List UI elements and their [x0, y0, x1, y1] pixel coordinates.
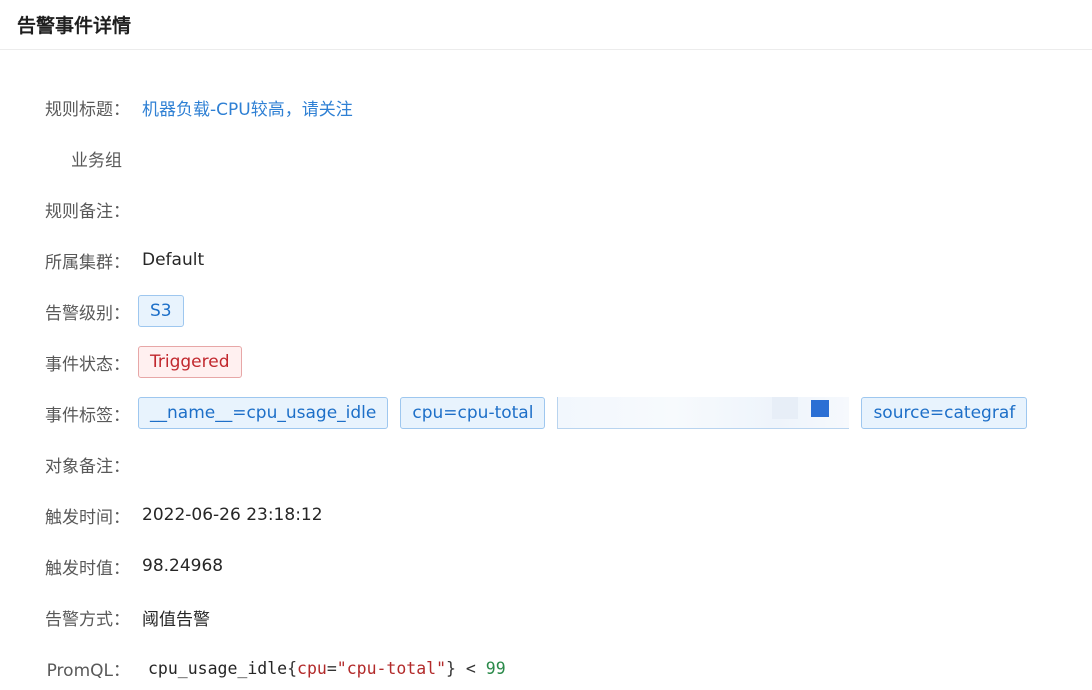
row-trigger-value: 触发时值： 98.24968: [0, 551, 1092, 581]
promql-label: PromQL：: [46, 660, 130, 681]
row-business-group: 业务组: [0, 143, 1092, 173]
trigger-time-value: 2022-06-26 23:18:12: [142, 505, 323, 525]
cluster-label: 所属集群：: [45, 252, 130, 273]
trigger-value-label: 触发时值：: [45, 558, 130, 579]
rule-title-link[interactable]: 机器负载-CPU较高，请关注: [142, 95, 353, 120]
row-status: 事件状态： Triggered: [0, 346, 1092, 378]
row-rule-note: 规则备注：: [0, 194, 1092, 224]
page-title: 告警事件详情: [17, 15, 132, 37]
page-header: 告警事件详情: [0, 0, 1092, 50]
promql-operator: <: [455, 658, 486, 678]
alert-method-label: 告警方式：: [45, 609, 130, 630]
rule-title-label: 规则标题：: [45, 99, 130, 120]
rule-note-label: 规则备注：: [45, 201, 130, 222]
promql-label-key: cpu: [297, 658, 327, 678]
promql-threshold: 99: [485, 658, 506, 678]
tags-label: 事件标签：: [45, 405, 130, 426]
alert-method-value: 阈值告警: [142, 609, 210, 630]
event-tag[interactable]: source=categraf: [861, 397, 1028, 429]
severity-tag: S3: [138, 295, 184, 327]
redaction-blur: [772, 397, 799, 419]
row-rule-title: 规则标题： 机器负载-CPU较高，请关注: [0, 92, 1092, 122]
row-alert-method: 告警方式： 阈值告警: [0, 602, 1092, 632]
severity-label: 告警级别：: [45, 303, 130, 324]
trigger-time-label: 触发时间：: [45, 507, 130, 528]
status-tag: Triggered: [138, 346, 242, 378]
event-tag[interactable]: __name__=cpu_usage_idle: [138, 397, 389, 429]
promql-label-value: "cpu-total": [336, 658, 447, 678]
business-group-label: 业务组: [71, 150, 122, 171]
status-label: 事件状态：: [45, 354, 130, 375]
redaction-mark: [811, 400, 830, 417]
promql-open-brace: {: [287, 658, 298, 678]
promql-metric: cpu_usage_idle: [148, 658, 288, 678]
trigger-value-value: 98.24968: [142, 556, 224, 576]
promql-close-brace: }: [446, 658, 456, 678]
redacted-tag: [557, 397, 850, 429]
row-severity: 告警级别： S3: [0, 295, 1092, 327]
row-trigger-time: 触发时间： 2022-06-26 23:18:12: [0, 500, 1092, 530]
row-promql: PromQL： cpu_usage_idle{cpu="cpu-total"} …: [0, 653, 1092, 683]
event-tags: __name__=cpu_usage_idle cpu=cpu-total so…: [138, 397, 1028, 429]
promql-equals: =: [326, 658, 337, 678]
row-target-note: 对象备注：: [0, 449, 1092, 479]
promql-expression: cpu_usage_idle{cpu="cpu-total"} < 99: [148, 659, 506, 678]
row-tags: 事件标签： __name__=cpu_usage_idle cpu=cpu-to…: [0, 397, 1092, 429]
cluster-value: Default: [142, 250, 205, 270]
row-cluster: 所属集群： Default: [0, 245, 1092, 275]
event-tag[interactable]: cpu=cpu-total: [400, 397, 546, 429]
target-note-label: 对象备注：: [45, 456, 130, 477]
